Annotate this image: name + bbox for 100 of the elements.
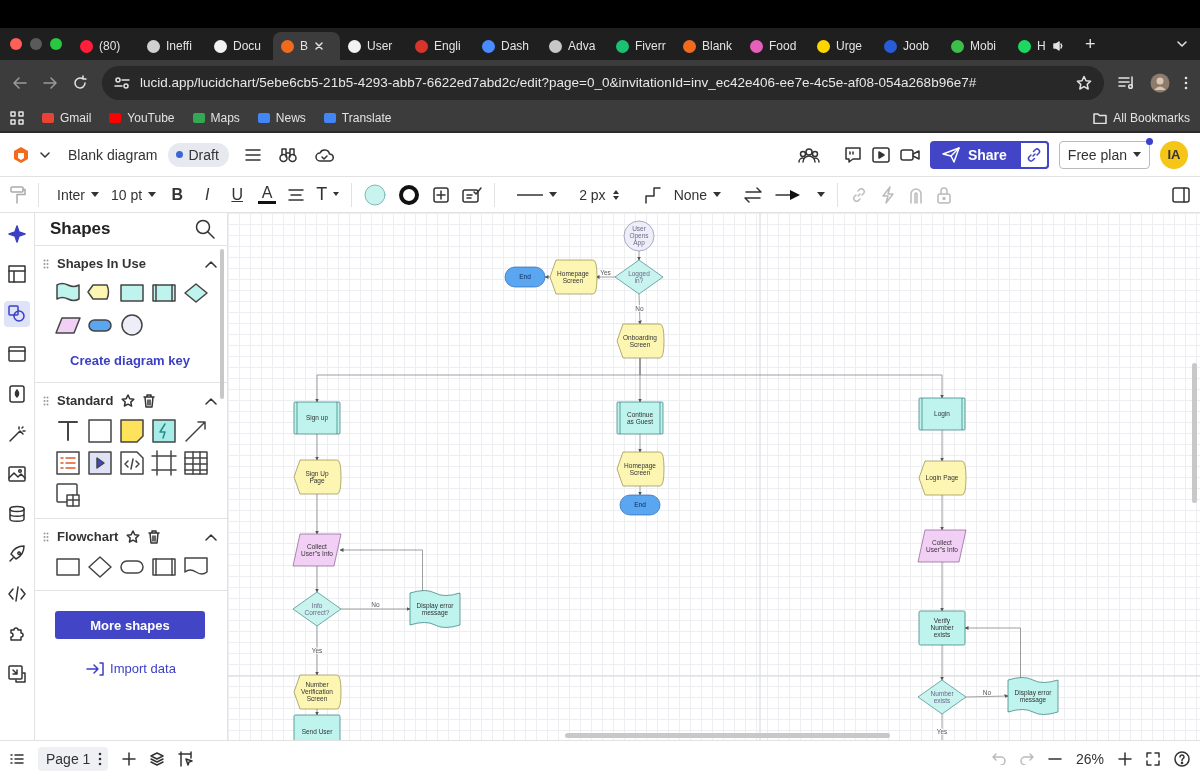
- reload-icon[interactable]: [72, 74, 88, 91]
- section-title[interactable]: Flowchart: [57, 529, 119, 544]
- template-icon[interactable]: [8, 265, 26, 283]
- browser-tab[interactable]: User: [340, 32, 407, 60]
- close-icon[interactable]: [314, 41, 324, 51]
- chevron-down-icon[interactable]: [1176, 38, 1188, 50]
- more-shapes-button[interactable]: More shapes: [55, 611, 205, 639]
- line-end-dropdown[interactable]: [775, 188, 826, 201]
- user-avatar[interactable]: IA: [1160, 140, 1188, 169]
- present-icon[interactable]: [871, 146, 890, 163]
- frame-tool-icon[interactable]: [151, 450, 177, 476]
- more-menu-icon[interactable]: [1184, 74, 1188, 91]
- align-center-icon[interactable]: [288, 187, 305, 202]
- bookmark-link[interactable]: All Bookmarks: [1093, 111, 1190, 125]
- forward-icon[interactable]: [42, 74, 58, 91]
- shapes-icon[interactable]: [8, 305, 26, 323]
- font-size-dropdown[interactable]: 10 pt: [111, 186, 157, 203]
- video-icon[interactable]: [899, 147, 920, 162]
- create-key-link[interactable]: Create diagram key: [43, 353, 217, 368]
- document-title[interactable]: Blank diagram: [68, 146, 158, 163]
- binoculars-icon[interactable]: [278, 146, 297, 163]
- window-control-icon[interactable]: [50, 38, 62, 50]
- trash-icon[interactable]: [143, 393, 156, 408]
- share-button[interactable]: Share: [929, 140, 1049, 169]
- browser-tab[interactable]: H: [1010, 32, 1077, 60]
- bookmark-link[interactable]: YouTube: [109, 111, 175, 125]
- apps-grid-icon[interactable]: [10, 111, 24, 125]
- browser-tab[interactable]: Joob: [876, 32, 943, 60]
- scrollbar[interactable]: [1192, 363, 1197, 503]
- zoom-in-icon[interactable]: [1118, 752, 1132, 766]
- collaborators-icon[interactable]: [797, 146, 820, 163]
- sticky-note-icon[interactable]: [119, 418, 145, 444]
- browser-tab[interactable]: B: [273, 32, 340, 60]
- select-frame-icon[interactable]: [178, 751, 195, 767]
- frame-icon[interactable]: [8, 345, 26, 363]
- star-icon[interactable]: [121, 393, 136, 408]
- image-icon[interactable]: [8, 465, 26, 483]
- browser-tab[interactable]: Fiverr: [608, 32, 675, 60]
- bookmark-link[interactable]: News: [257, 111, 306, 125]
- app-logo-icon[interactable]: [12, 145, 30, 164]
- collapse-caret-icon[interactable]: [205, 396, 217, 405]
- help-icon[interactable]: [1174, 751, 1190, 767]
- table-block-icon[interactable]: [183, 450, 209, 476]
- sparkle-icon[interactable]: [8, 225, 26, 243]
- panel-toggle-icon[interactable]: [1172, 186, 1190, 203]
- browser-tab[interactable]: Mobi: [943, 32, 1010, 60]
- zoom-level[interactable]: 26%: [1075, 751, 1104, 767]
- browser-tab[interactable]: Dash: [474, 32, 541, 60]
- scrollbar[interactable]: [565, 733, 890, 738]
- search-icon[interactable]: [195, 219, 215, 239]
- drag-handle-icon[interactable]: [43, 395, 49, 406]
- browser-tab[interactable]: Engli: [407, 32, 474, 60]
- list-block-icon[interactable]: [55, 450, 81, 476]
- caret-icon[interactable]: [40, 150, 50, 159]
- bookmark-link[interactable]: Translate: [323, 111, 392, 125]
- drag-handle-icon[interactable]: [43, 531, 49, 542]
- media-icon[interactable]: [1118, 74, 1136, 91]
- magic-wand-icon[interactable]: [8, 425, 26, 443]
- circle-shape-icon[interactable]: [119, 313, 145, 339]
- line-style-dropdown[interactable]: [517, 191, 558, 198]
- code-icon[interactable]: [8, 585, 26, 603]
- import-diagram-icon[interactable]: [8, 665, 26, 683]
- menu-icon[interactable]: [244, 147, 261, 162]
- database-icon[interactable]: [8, 505, 26, 523]
- text-tool-icon[interactable]: [55, 418, 81, 444]
- page-tab[interactable]: Page 1: [38, 747, 109, 771]
- drag-handle-icon[interactable]: [43, 258, 49, 269]
- trash-icon[interactable]: [148, 529, 161, 544]
- profile-avatar-icon[interactable]: [1150, 72, 1170, 93]
- line-width-spinner[interactable]: 2 px: [579, 186, 620, 203]
- star-icon[interactable]: [126, 529, 141, 544]
- back-icon[interactable]: [12, 74, 28, 91]
- link-icon[interactable]: [1025, 146, 1042, 163]
- import-data-link[interactable]: Import data: [55, 661, 207, 676]
- bold-button[interactable]: B: [168, 185, 187, 204]
- swap-arrows-icon[interactable]: [743, 186, 764, 203]
- section-title[interactable]: Shapes In Use: [57, 256, 146, 271]
- fullscreen-icon[interactable]: [1146, 752, 1160, 766]
- page-list-icon[interactable]: [10, 753, 24, 765]
- address-bar[interactable]: lucid.app/lucidchart/5ebe6cb5-21b5-4293-abb7-6622ed7abd2c/edit?page=0_0&invitationId=inv_ec42e406-ee7e-4c5e-af08-054a268b96e7#: [102, 65, 1104, 100]
- bookmark-link[interactable]: Maps: [192, 111, 240, 125]
- scrollbar[interactable]: [220, 249, 224, 399]
- collapse-caret-icon[interactable]: [205, 259, 217, 268]
- section-title[interactable]: Standard: [57, 393, 114, 408]
- fill-color-icon[interactable]: [364, 183, 387, 206]
- rocket-icon[interactable]: [8, 545, 26, 563]
- browser-tab[interactable]: Ineffi: [139, 32, 206, 60]
- window-control-icon[interactable]: [10, 38, 22, 50]
- video-block-icon[interactable]: [87, 450, 113, 476]
- layers-icon[interactable]: [150, 752, 165, 766]
- text-options-dropdown[interactable]: T: [316, 184, 340, 205]
- comment-icon[interactable]: [843, 145, 862, 164]
- code-block-icon[interactable]: [119, 450, 145, 476]
- new-tab-button[interactable]: +: [1085, 33, 1096, 55]
- add-page-icon[interactable]: [122, 752, 137, 766]
- fill-drop-icon[interactable]: [8, 385, 26, 403]
- style-check-icon[interactable]: [462, 185, 483, 204]
- site-settings-icon[interactable]: [114, 75, 130, 90]
- browser-tab[interactable]: Urge: [809, 32, 876, 60]
- line-start-dropdown[interactable]: None: [673, 186, 722, 203]
